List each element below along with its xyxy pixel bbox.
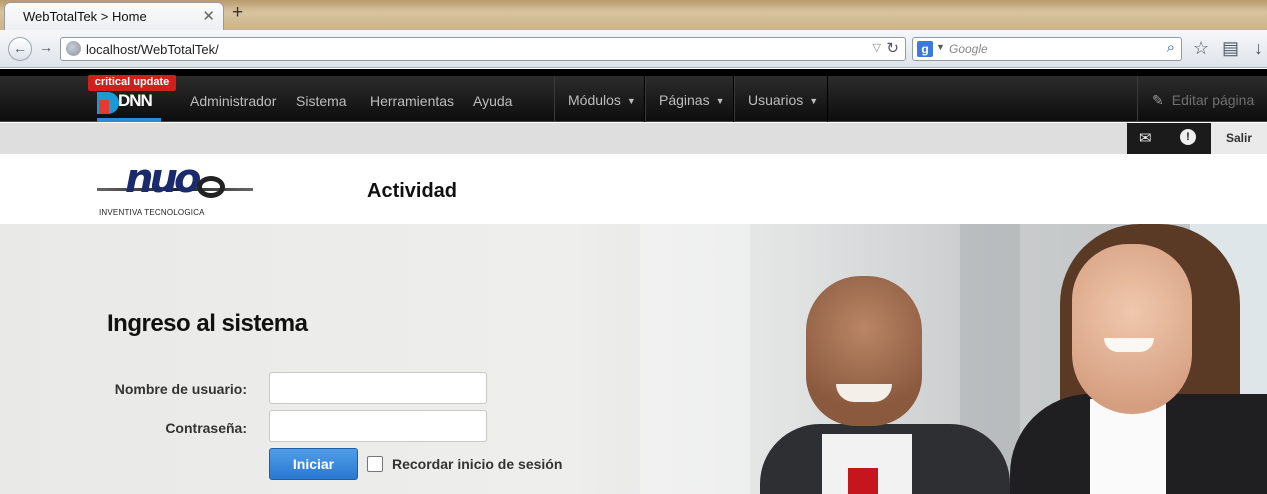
chevron-down-icon: ▼ bbox=[809, 96, 819, 106]
forward-arrow-icon[interactable]: → bbox=[34, 37, 58, 61]
page-title: Actividad bbox=[367, 180, 458, 202]
url-text[interactable]: localhost/WebTotalTek/ bbox=[86, 42, 219, 57]
nav-administrador[interactable]: Administrador bbox=[190, 93, 276, 109]
logo-tagline: INVENTIVA TECNOLOGICA bbox=[99, 208, 205, 217]
search-bar[interactable]: g ▼ Google ⌕ bbox=[912, 37, 1182, 61]
browser-tab-bar: WebTotalTek > Home ✕ + bbox=[0, 0, 1267, 30]
downloads-icon[interactable]: ↓ bbox=[1254, 38, 1263, 59]
login-button[interactable]: Iniciar bbox=[269, 448, 358, 480]
logo-text: nuo bbox=[125, 156, 201, 202]
dnn-active-underline bbox=[97, 118, 161, 122]
search-engine-caret-icon[interactable]: ▼ bbox=[936, 42, 945, 52]
hero-woman-face bbox=[1072, 244, 1192, 414]
back-arrow-icon[interactable]: ← bbox=[8, 37, 32, 61]
dnn-logo[interactable]: DNN bbox=[97, 88, 161, 122]
chevron-down-icon: ▼ bbox=[715, 96, 725, 106]
pencil-icon: ✎ bbox=[1152, 92, 1164, 108]
username-label: Nombre de usuario: bbox=[114, 381, 247, 397]
hero-woman-smile bbox=[1104, 338, 1154, 352]
nav-ayuda[interactable]: Ayuda bbox=[473, 93, 512, 109]
password-label: Contraseña: bbox=[165, 420, 247, 436]
user-strip: ✉ ! Salir bbox=[0, 123, 1267, 154]
dnn-mark-accent bbox=[99, 100, 109, 114]
hero-man-head bbox=[806, 276, 922, 426]
search-input[interactable]: Google bbox=[949, 42, 988, 56]
edit-page-label: Editar página bbox=[1171, 92, 1255, 108]
password-field[interactable] bbox=[269, 410, 487, 442]
close-tab-icon[interactable]: ✕ bbox=[202, 7, 215, 25]
menu-usuarios-label: Usuarios bbox=[748, 92, 804, 108]
site-header: nuo INVENTIVA TECNOLOGICA Actividad bbox=[0, 154, 1267, 224]
menu-paginas[interactable]: Páginas ▼ bbox=[645, 76, 734, 122]
messages-icon[interactable]: ✉ bbox=[1139, 129, 1152, 147]
critical-update-badge[interactable]: critical update bbox=[88, 75, 176, 91]
menu-usuarios[interactable]: Usuarios ▼ bbox=[734, 76, 828, 122]
new-tab-icon[interactable]: + bbox=[232, 2, 243, 24]
controlbar-top-edge bbox=[0, 69, 1267, 76]
google-icon[interactable]: g bbox=[917, 41, 933, 57]
hero-background-panel bbox=[640, 224, 750, 494]
nav-herramientas[interactable]: Herramientas bbox=[370, 93, 454, 109]
bookmark-star-icon[interactable]: ☆ bbox=[1193, 38, 1209, 59]
reload-icon[interactable]: ↻ bbox=[886, 39, 899, 57]
dnn-control-bar: DNN Administrador Sistema Herramientas A… bbox=[0, 76, 1267, 122]
menu-modulos[interactable]: Módulos ▼ bbox=[554, 76, 645, 122]
menu-modulos-label: Módulos bbox=[568, 92, 621, 108]
edit-page-button[interactable]: ✎ Editar página bbox=[1137, 76, 1267, 122]
remember-me-label[interactable]: Recordar inicio de sesión bbox=[392, 456, 562, 472]
site-logo[interactable]: nuo INVENTIVA TECNOLOGICA bbox=[97, 156, 253, 220]
chevron-down-icon: ▼ bbox=[626, 96, 636, 106]
nav-sistema[interactable]: Sistema bbox=[296, 93, 347, 109]
address-bar[interactable]: localhost/WebTotalTek/ ▽ ↻ bbox=[60, 37, 906, 61]
search-icon[interactable]: ⌕ bbox=[1167, 39, 1175, 56]
dnn-logo-text: DNN bbox=[118, 91, 153, 110]
dropdown-arrow-icon[interactable]: ▽ bbox=[873, 41, 881, 54]
menu-paginas-label: Páginas bbox=[659, 92, 710, 108]
remember-me-checkbox[interactable] bbox=[367, 456, 383, 472]
tab-title: WebTotalTek > Home bbox=[23, 9, 147, 24]
notifications-icon[interactable]: ! bbox=[1180, 129, 1196, 145]
user-icons: ✉ ! bbox=[1127, 123, 1211, 154]
username-field[interactable] bbox=[269, 372, 487, 404]
logout-link[interactable]: Salir bbox=[1211, 123, 1267, 154]
browser-tab[interactable]: WebTotalTek > Home ✕ bbox=[4, 2, 224, 30]
logo-ring bbox=[197, 176, 225, 198]
hero-man-tie bbox=[848, 468, 878, 494]
globe-icon bbox=[66, 41, 81, 56]
login-title: Ingreso al sistema bbox=[107, 310, 308, 337]
bookmarks-list-icon[interactable]: ▤ bbox=[1222, 38, 1239, 59]
browser-nav-bar: ← → localhost/WebTotalTek/ ▽ ↻ g ▼ Googl… bbox=[0, 30, 1267, 68]
hero-banner: Ingreso al sistema Nombre de usuario: Co… bbox=[0, 224, 1267, 494]
